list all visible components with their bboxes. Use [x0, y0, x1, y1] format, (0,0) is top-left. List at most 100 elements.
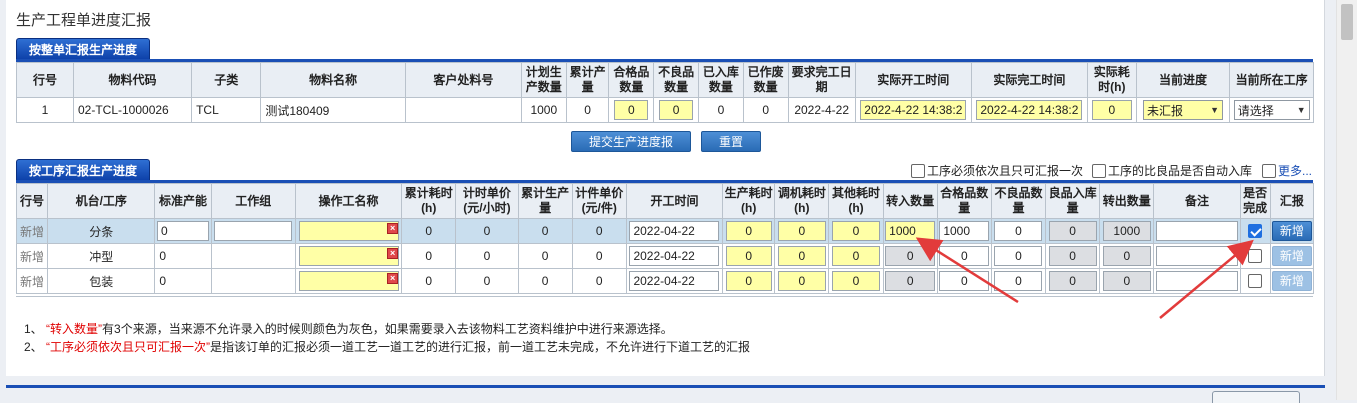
qualified-input[interactable]: 0 [939, 246, 990, 266]
col-header: 计件单价(元/件) [571, 183, 627, 219]
col-header: 实际耗时(h) [1086, 62, 1137, 98]
piece-price: 0 [571, 218, 627, 244]
transfer-out-input: 1000 [1102, 221, 1151, 241]
clear-icon[interactable]: × [387, 273, 399, 284]
col-header: 工作组 [210, 183, 296, 219]
cum-hours: 0 [401, 243, 457, 269]
add-button[interactable]: 新增 [1271, 271, 1312, 291]
note-highlight: “工序必须依次且只可汇报一次” [46, 340, 211, 354]
page-title: 生产工程单进度汇报 [16, 12, 152, 29]
work-group [210, 268, 296, 294]
table-row: 新增 包装 0 × 0 0 0 0 2022-04-22 0 0 0 0 0 0… [15, 268, 1315, 294]
tab-order-report[interactable]: 按整单汇报生产进度 [16, 38, 151, 60]
qualified-input[interactable]: 0 [939, 271, 990, 291]
good-stocked-input: 0 [1048, 246, 1097, 266]
more-option[interactable]: 更多... [1262, 162, 1312, 179]
defect-input[interactable]: 0 [994, 221, 1043, 241]
col-header: 汇报 [1269, 183, 1315, 219]
remark-input[interactable] [1155, 221, 1238, 241]
defect-qty-input[interactable]: 0 [659, 100, 694, 120]
note-number: 2、 [24, 340, 43, 354]
footer-tool-button[interactable] [1212, 391, 1300, 403]
col-header: 其他耗时(h) [828, 183, 884, 219]
subclass: TCL [191, 97, 262, 123]
other-hours-input[interactable]: 0 [832, 271, 880, 291]
add-button[interactable]: 新增 [1271, 221, 1312, 241]
col-header: 机台/工序 [47, 183, 156, 219]
process-name: 分条 [47, 218, 156, 244]
piece-price: 0 [571, 243, 627, 269]
note-2: 2、 “工序必须依次且只可汇报一次”是指该订单的汇报必须一道工艺一道工艺的进行汇… [24, 338, 750, 355]
std-capacity-input[interactable]: 0 [157, 221, 209, 241]
planned-qty: 1000 [520, 97, 567, 123]
qualified-qty-input[interactable]: 0 [614, 100, 649, 120]
scrollbar-thumb[interactable] [1341, 4, 1353, 40]
auto-stock-option[interactable]: 工序的比良品是否自动入库 [1092, 162, 1252, 179]
current-process-select[interactable]: 请选择 ▼ [1233, 100, 1310, 120]
start-time-input[interactable]: 2022-04-22 [629, 246, 720, 266]
setup-hours-input[interactable]: 0 [777, 246, 826, 266]
chevron-down-icon: ▼ [1210, 105, 1220, 115]
prod-hours-input[interactable]: 0 [725, 221, 772, 241]
table-row: 1 02-TCL-1000026 TCL 测试180409 1000 0 0 0… [16, 97, 1314, 123]
tab-process-report[interactable]: 按工序汇报生产进度 [16, 159, 151, 181]
prod-hours-input[interactable]: 0 [725, 246, 772, 266]
done-checkbox[interactable] [1248, 224, 1263, 239]
setup-hours-input[interactable]: 0 [777, 221, 826, 241]
col-header: 行号 [15, 183, 49, 219]
hourly-price: 0 [455, 268, 519, 294]
start-time-input[interactable]: 2022-04-22 [629, 271, 720, 291]
col-header: 计划生产数量 [520, 62, 567, 98]
other-hours-input[interactable]: 0 [832, 221, 880, 241]
current-process-value: 请选择 [1237, 103, 1274, 118]
clear-icon[interactable]: × [387, 223, 399, 234]
prod-hours-input[interactable]: 0 [725, 271, 772, 291]
table-bottom-divider [16, 296, 1313, 297]
operator-input[interactable] [298, 221, 399, 241]
line-number: 1 [16, 97, 74, 123]
col-header: 调机耗时(h) [774, 183, 830, 219]
start-time-input[interactable]: 2022-04-22 [629, 221, 720, 241]
good-stocked-input: 0 [1048, 271, 1097, 291]
defect-input[interactable]: 0 [994, 246, 1043, 266]
clear-icon[interactable]: × [387, 248, 399, 259]
actual-hours-input[interactable]: 0 [1091, 100, 1132, 120]
process-name: 冲型 [47, 243, 156, 269]
col-header: 物料名称 [260, 62, 406, 98]
reset-button[interactable]: 重置 [701, 131, 761, 152]
remark-input[interactable] [1155, 246, 1238, 266]
defect-input[interactable]: 0 [994, 271, 1043, 291]
qualified-input[interactable]: 1000 [939, 221, 990, 241]
std-capacity: 0 [154, 268, 212, 294]
material-code: 02-TCL-1000026 [72, 97, 193, 123]
cumulative-qty: 0 [565, 97, 610, 123]
progress-select[interactable]: 未汇报 ▼ [1143, 100, 1224, 120]
sequential-label: 工序必须依次且只可汇报一次 [927, 164, 1084, 178]
transfer-in-input[interactable]: 1000 [885, 221, 936, 241]
operator-input[interactable] [298, 271, 399, 291]
setup-hours-input[interactable]: 0 [777, 271, 826, 291]
work-group-input[interactable] [214, 221, 293, 241]
sequential-checkbox[interactable] [911, 163, 925, 178]
chevron-down-icon: ▼ [1296, 105, 1306, 115]
cum-hours: 0 [401, 268, 457, 294]
done-checkbox[interactable] [1248, 274, 1263, 289]
auto-stock-checkbox[interactable] [1092, 163, 1106, 178]
add-button[interactable]: 新增 [1271, 246, 1312, 266]
submit-progress-button[interactable]: 提交生产进度报告 [571, 131, 691, 170]
process-name: 包装 [47, 268, 156, 294]
remark-input[interactable] [1155, 271, 1238, 291]
col-header: 物料代码 [72, 62, 193, 98]
actual-start-input[interactable]: 2022-4-22 14:38:2 [860, 100, 967, 120]
more-link[interactable]: 更多... [1278, 162, 1312, 179]
other-hours-input[interactable]: 0 [832, 246, 880, 266]
done-checkbox[interactable] [1248, 249, 1263, 264]
order-table: 行号 物料代码 子类 物料名称 客户处料号 计划生产数量 累计产量 合格品数量 … [16, 62, 1314, 123]
vertical-scrollbar[interactable] [1336, 0, 1357, 400]
operator-input[interactable] [298, 246, 399, 266]
more-checkbox[interactable] [1262, 163, 1276, 178]
sequential-option[interactable]: 工序必须依次且只可汇报一次 [911, 162, 1083, 179]
col-header: 计时单价(元/小时) [455, 183, 519, 219]
actual-finish-input[interactable]: 2022-4-22 14:38:2 [976, 100, 1083, 120]
hourly-price: 0 [455, 243, 519, 269]
